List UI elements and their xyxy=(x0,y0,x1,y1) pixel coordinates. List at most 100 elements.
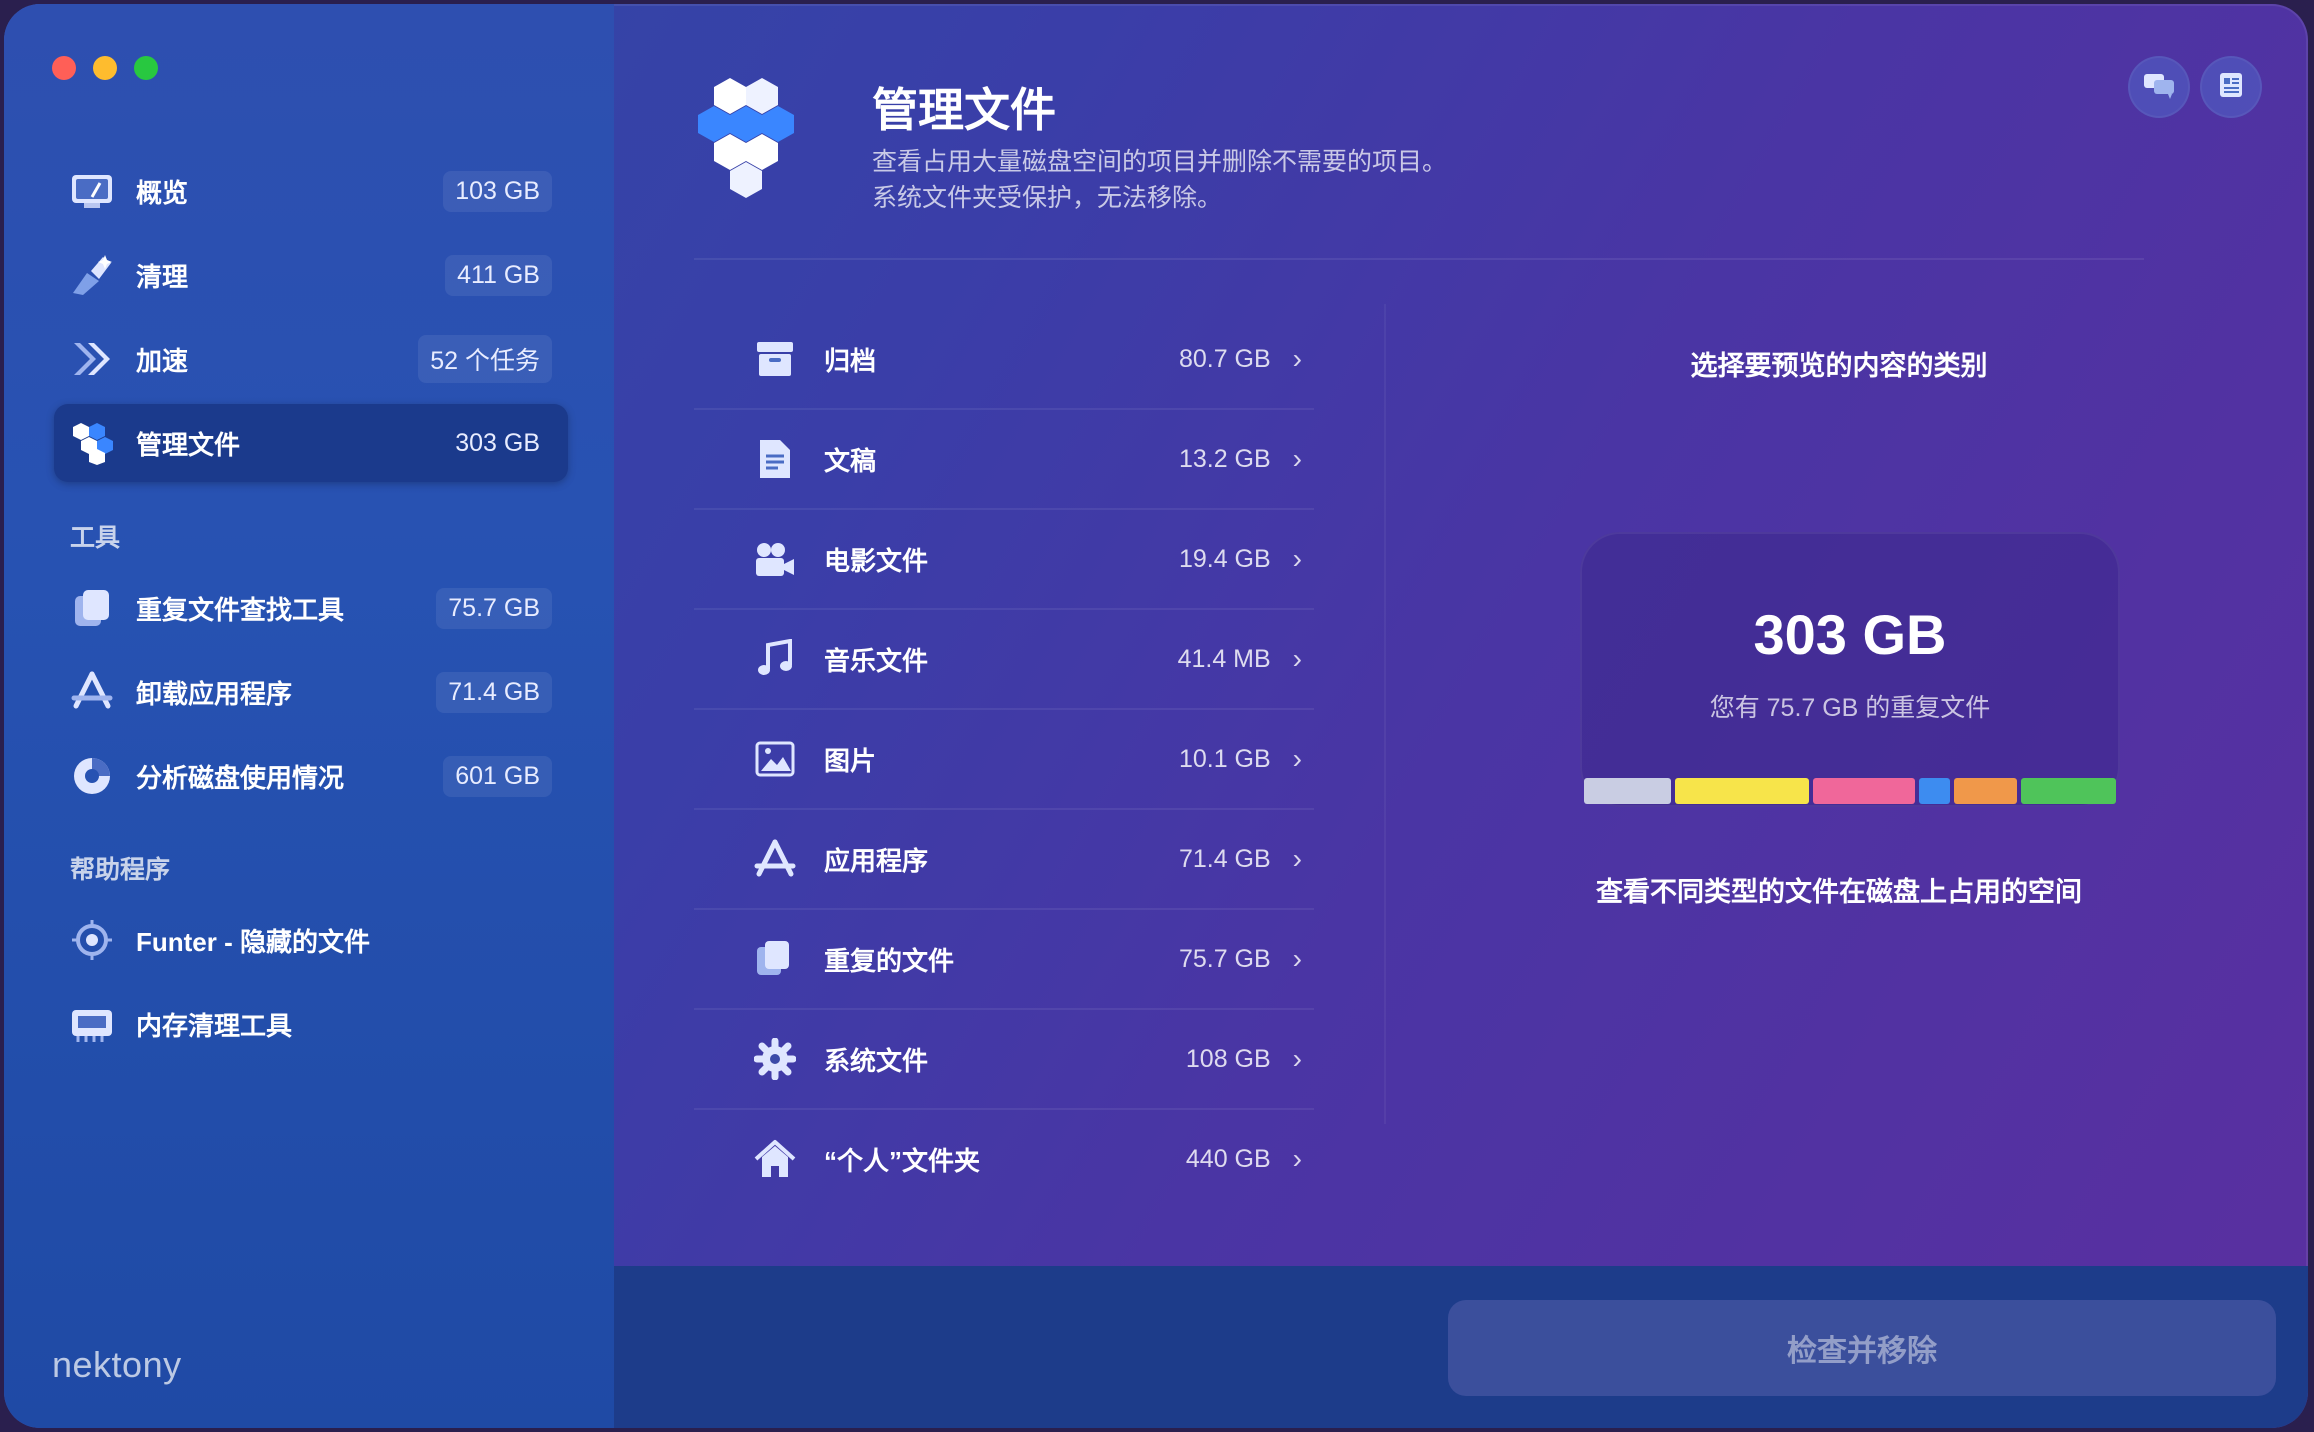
music-icon xyxy=(750,634,800,684)
description-line: 查看占用大量磁盘空间的项目并删除不需要的项目。 xyxy=(872,148,1448,176)
size-badge: 411 GB xyxy=(445,254,552,296)
memory-icon xyxy=(68,1000,116,1048)
category-label: 音乐文件 xyxy=(824,645,929,676)
broom-icon xyxy=(68,251,116,299)
category-size: 80.7 GB xyxy=(1178,344,1271,373)
usage-bar-segment xyxy=(1918,778,1951,804)
sidebar-item-duplicate-finder[interactable]: 重复文件查找工具 75.7 GB xyxy=(54,569,568,647)
usage-bar-segment xyxy=(1584,778,1671,804)
hexagon-icon xyxy=(68,419,116,467)
category-size: 108 GB xyxy=(1185,1044,1271,1073)
news-button[interactable] xyxy=(2200,56,2262,118)
disk-usage-icon xyxy=(68,752,116,800)
category-size: 41.4 MB xyxy=(1177,644,1271,673)
category-row-duplicates[interactable]: 重复的文件 75.7 GB › xyxy=(694,908,1314,1008)
sidebar-item-memory-cleaner[interactable]: 内存清理工具 xyxy=(54,985,568,1063)
size-badge: 71.4 GB xyxy=(436,671,552,713)
category-size: 75.7 GB xyxy=(1178,944,1271,973)
gear-icon xyxy=(750,1034,800,1084)
chevron-right-icon: › xyxy=(1292,1043,1302,1074)
size-badge: 601 GB xyxy=(443,755,552,797)
sidebar-item-label: 分析磁盘使用情况 xyxy=(136,762,345,793)
sidebar-item-uninstaller[interactable]: 卸载应用程序 71.4 GB xyxy=(54,653,568,731)
category-row-music[interactable]: 音乐文件 41.4 MB › xyxy=(694,608,1314,708)
sidebar-item-label: 管理文件 xyxy=(136,429,241,460)
sidebar-item-manage-files[interactable]: 管理文件 303 GB xyxy=(54,404,568,482)
size-badge: 75.7 GB xyxy=(436,587,552,629)
sidebar-item-label: 清理 xyxy=(136,261,189,292)
nektony-logo: nektony xyxy=(52,1344,182,1385)
sidebar-item-label: 卸载应用程序 xyxy=(136,678,293,709)
page-description: 查看占用大量磁盘空间的项目并删除不需要的项目。 系统文件夹受保护，无法移除。 xyxy=(872,144,1672,216)
category-row-applications[interactable]: 应用程序 71.4 GB › xyxy=(694,808,1314,908)
duplicate-files-icon xyxy=(750,934,800,984)
category-row-system-files[interactable]: 系统文件 108 GB › xyxy=(694,1008,1314,1108)
preview-caption: 查看不同类型的文件在磁盘上占用的空间 xyxy=(1596,877,2082,907)
size-badge: 303 GB xyxy=(455,428,540,457)
category-row-documents[interactable]: 文稿 13.2 GB › xyxy=(694,408,1314,508)
tools-section-title: 工具 xyxy=(70,524,121,552)
preview-title: 选择要预览的内容的类别 xyxy=(1690,351,1988,381)
header-divider xyxy=(694,258,2144,260)
feedback-button[interactable] xyxy=(2128,56,2190,118)
app-window: 概览 103 GB 清理 411 GB 加速 52 个任务 管理文件 303 G… xyxy=(4,4,2308,1428)
dashboard-icon xyxy=(68,167,116,215)
duplicate-summary: 您有 75.7 GB 的重复文件 xyxy=(1709,694,1991,722)
category-row-home-folder[interactable]: “个人”文件夹 440 GB › xyxy=(694,1108,1314,1208)
movie-icon xyxy=(750,534,800,584)
category-label: “个人”文件夹 xyxy=(824,1145,981,1176)
category-label: 图片 xyxy=(824,745,877,776)
sidebar-item-disk-usage[interactable]: 分析磁盘使用情况 601 GB xyxy=(54,737,568,815)
sidebar-item-label: 重复文件查找工具 xyxy=(136,594,345,625)
funter-icon xyxy=(68,916,116,964)
minimize-button[interactable] xyxy=(93,56,117,80)
chevron-right-icon: › xyxy=(1292,743,1302,774)
sidebar-item-cleanup[interactable]: 清理 411 GB xyxy=(54,236,568,314)
close-button[interactable] xyxy=(52,56,76,80)
category-row-movies[interactable]: 电影文件 19.4 GB › xyxy=(694,508,1314,608)
sidebar-item-label: Funter - 隐藏的文件 xyxy=(136,926,370,957)
usage-bar xyxy=(1584,778,2116,804)
category-size: 13.2 GB xyxy=(1178,444,1271,473)
sidebar-item-label: 内存清理工具 xyxy=(136,1010,293,1041)
sidebar: 概览 103 GB 清理 411 GB 加速 52 个任务 管理文件 303 G… xyxy=(4,4,614,1428)
category-label: 重复的文件 xyxy=(824,945,955,976)
chevron-right-icon: › xyxy=(1292,843,1302,874)
category-size: 10.1 GB xyxy=(1178,744,1271,773)
task-badge: 52 个任务 xyxy=(418,335,552,383)
chevron-right-icon: › xyxy=(1292,643,1302,674)
sidebar-item-speedup[interactable]: 加速 52 个任务 xyxy=(54,320,568,398)
category-label: 应用程序 xyxy=(824,845,929,876)
total-size: 303 GB xyxy=(1753,603,1947,666)
zoom-button[interactable] xyxy=(134,56,158,80)
category-label: 电影文件 xyxy=(824,545,929,576)
category-size: 19.4 GB xyxy=(1178,544,1271,573)
sidebar-item-overview[interactable]: 概览 103 GB xyxy=(54,152,568,230)
usage-bar-segment xyxy=(2021,778,2116,804)
category-row-pictures[interactable]: 图片 10.1 GB › xyxy=(694,708,1314,808)
category-list: 归档 80.7 GB › 文稿 13.2 GB › 电影文件 19.4 GB › xyxy=(694,310,1314,1208)
usage-bar-segment xyxy=(1954,778,2018,804)
category-size: 440 GB xyxy=(1185,1144,1271,1173)
chevron-right-icon: › xyxy=(1292,343,1302,374)
speed-icon xyxy=(68,335,116,383)
archive-icon xyxy=(750,334,800,384)
size-badge: 103 GB xyxy=(443,170,552,212)
usage-bar-segment xyxy=(1674,778,1809,804)
document-icon xyxy=(750,434,800,484)
picture-icon xyxy=(750,734,800,784)
review-and-remove-button[interactable]: 检查并移除 xyxy=(1448,1300,2276,1396)
sidebar-item-label: 概览 xyxy=(136,177,189,208)
panel-divider xyxy=(1384,304,1386,1124)
description-line: 系统文件夹受保护，无法移除。 xyxy=(872,184,1223,212)
usage-bar-segment xyxy=(1812,778,1915,804)
chevron-right-icon: › xyxy=(1292,543,1302,574)
sidebar-item-label: 加速 xyxy=(136,345,189,376)
chevron-right-icon: › xyxy=(1292,443,1302,474)
category-row-archives[interactable]: 归档 80.7 GB › xyxy=(694,310,1314,408)
chevron-right-icon: › xyxy=(1292,943,1302,974)
category-label: 归档 xyxy=(824,345,877,376)
duplicate-icon xyxy=(68,584,116,632)
helpers-section-title: 帮助程序 xyxy=(70,856,171,884)
sidebar-item-funter[interactable]: Funter - 隐藏的文件 xyxy=(54,901,568,979)
